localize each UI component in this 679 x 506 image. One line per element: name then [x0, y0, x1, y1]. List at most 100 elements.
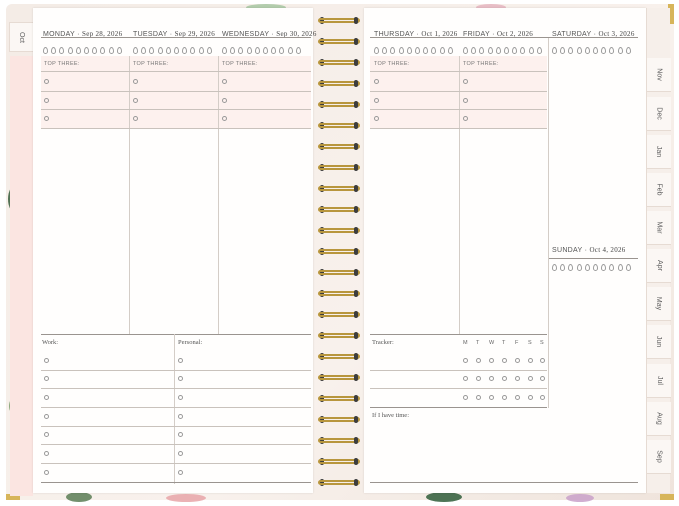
tab-dec[interactable]: Dec: [647, 97, 671, 131]
checkbox[interactable]: [178, 414, 183, 419]
section-rule: [41, 334, 311, 335]
row-rule: [41, 426, 311, 427]
tab-label: Mar: [655, 221, 663, 234]
checkbox[interactable]: [44, 98, 49, 103]
row-rule: [370, 388, 547, 389]
checkbox[interactable]: [44, 451, 49, 456]
tab-jan[interactable]: Jan: [647, 135, 671, 169]
row-rule: [370, 91, 547, 92]
row-rule: [41, 128, 311, 129]
tab-apr[interactable]: Apr: [647, 249, 671, 283]
tracker-day-label: T: [476, 340, 480, 346]
tab-label: May: [655, 296, 663, 311]
tracker-dot[interactable]: [463, 358, 468, 363]
tracker-dot[interactable]: [489, 376, 494, 381]
checkbox[interactable]: [44, 376, 49, 381]
checkbox[interactable]: [178, 451, 183, 456]
tab-feb[interactable]: Feb: [647, 173, 671, 207]
checkbox[interactable]: [44, 432, 49, 437]
checkbox[interactable]: [222, 79, 227, 84]
left-page: MONDAY · Sep 28, 2026 TUESDAY · Sep 29, …: [33, 8, 316, 493]
tracker-dot[interactable]: [515, 358, 520, 363]
tracker-dot[interactable]: [463, 395, 468, 400]
top-three-label: TOP THREE:: [374, 61, 410, 67]
header-rule: [41, 37, 311, 38]
tab-sep[interactable]: Sep: [647, 440, 671, 474]
column-divider: [548, 38, 549, 408]
column-divider: [129, 56, 130, 334]
tracker-dot[interactable]: [476, 358, 481, 363]
bottom-rule: [370, 482, 638, 483]
checkbox[interactable]: [463, 98, 468, 103]
tracker-dot[interactable]: [515, 376, 520, 381]
floral-decoration: [166, 494, 206, 502]
checkbox[interactable]: [222, 98, 227, 103]
floral-decoration: [566, 494, 594, 502]
tracker-day-label: M: [463, 340, 468, 346]
checkbox[interactable]: [178, 358, 183, 363]
tab-jun[interactable]: Jun: [647, 325, 671, 359]
row-rule: [41, 370, 311, 371]
tracker-dot[interactable]: [515, 395, 520, 400]
checkbox[interactable]: [133, 98, 138, 103]
top-three-label: TOP THREE:: [44, 61, 80, 67]
checkbox[interactable]: [178, 470, 183, 475]
tracker-dot[interactable]: [502, 395, 507, 400]
checkbox[interactable]: [178, 395, 183, 400]
tab-oct[interactable]: Oct: [9, 22, 33, 52]
checkbox[interactable]: [44, 470, 49, 475]
tracker-day-label: W: [489, 340, 495, 346]
tracker-dot[interactable]: [528, 358, 533, 363]
water-tracker-sunday[interactable]: [552, 264, 631, 274]
top-three-label: TOP THREE:: [222, 61, 258, 67]
checkbox[interactable]: [44, 414, 49, 419]
tab-label: Sep: [655, 450, 663, 463]
tracker-dot[interactable]: [540, 358, 545, 363]
tracker-dot[interactable]: [463, 376, 468, 381]
tab-label: Feb: [655, 183, 663, 196]
checkbox[interactable]: [44, 358, 49, 363]
tab-jul[interactable]: Jul: [647, 364, 671, 398]
checkbox[interactable]: [44, 395, 49, 400]
tracker-dot[interactable]: [528, 376, 533, 381]
if-time-label: If I have time:: [372, 412, 409, 419]
tab-aug[interactable]: Aug: [647, 402, 671, 436]
section-rule: [370, 334, 547, 335]
tracker-dot[interactable]: [540, 376, 545, 381]
tracker-dot[interactable]: [502, 358, 507, 363]
checkbox[interactable]: [374, 79, 379, 84]
tracker-dot[interactable]: [476, 395, 481, 400]
row-rule: [370, 370, 547, 371]
checkbox[interactable]: [133, 79, 138, 84]
tracker-dot[interactable]: [476, 376, 481, 381]
checkbox[interactable]: [374, 98, 379, 103]
tracker-dot[interactable]: [502, 376, 507, 381]
tab-mar[interactable]: Mar: [647, 211, 671, 245]
checkbox[interactable]: [463, 79, 468, 84]
checkbox[interactable]: [222, 116, 227, 121]
tracker-label: Tracker:: [372, 339, 394, 346]
tab-may[interactable]: May: [647, 287, 671, 321]
checkbox[interactable]: [44, 116, 49, 121]
tab-nov[interactable]: Nov: [647, 58, 671, 92]
month-tab-strip: Nov Dec Jan Feb Mar Apr May Jun Jul Aug …: [646, 8, 671, 493]
personal-label: Personal:: [178, 339, 203, 346]
row-rule: [41, 388, 311, 389]
left-page-edge: [10, 56, 33, 496]
tracker-day-label: S: [528, 340, 532, 346]
water-tracker-saturday[interactable]: [552, 47, 631, 57]
tracker-dot[interactable]: [540, 395, 545, 400]
checkbox[interactable]: [178, 376, 183, 381]
checkbox[interactable]: [133, 116, 138, 121]
checkbox[interactable]: [44, 79, 49, 84]
work-label: Work:: [42, 339, 59, 346]
floral-decoration: [426, 492, 462, 502]
checkbox[interactable]: [178, 432, 183, 437]
tracker-dot[interactable]: [489, 395, 494, 400]
tracker-dot[interactable]: [489, 358, 494, 363]
tracker-dot[interactable]: [528, 395, 533, 400]
row-rule: [370, 71, 547, 72]
checkbox[interactable]: [463, 116, 468, 121]
right-page: THURSDAY · Oct 1, 2026 FRIDAY · Oct 2, 2…: [364, 8, 646, 493]
checkbox[interactable]: [374, 116, 379, 121]
